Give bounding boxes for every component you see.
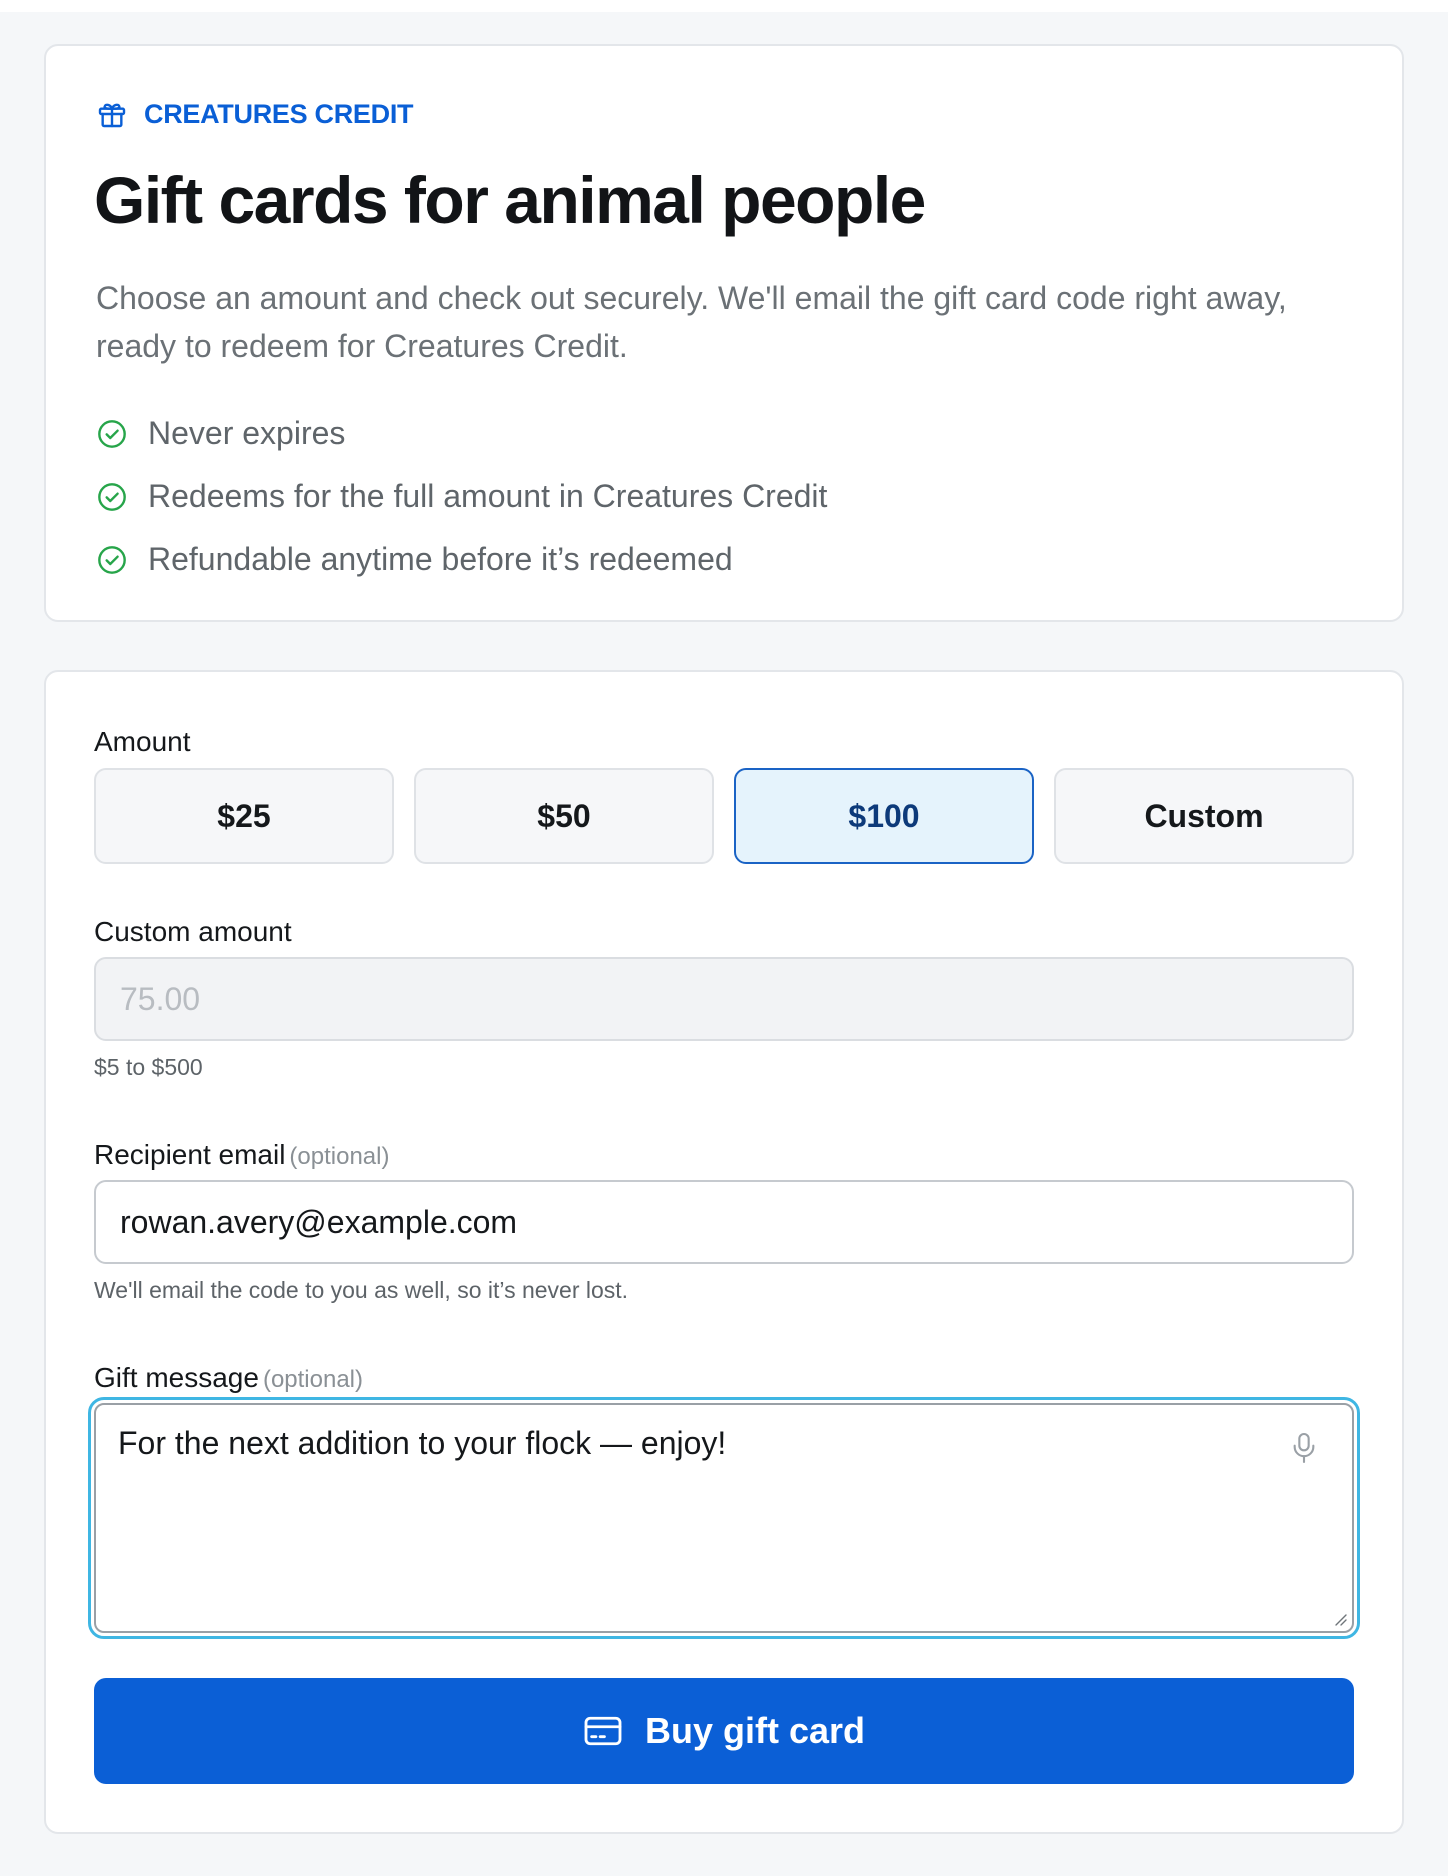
recipient-email-help: We'll email the code to you as well, so …	[94, 1277, 629, 1303]
gift-message-label-text: Gift message	[94, 1362, 259, 1393]
credit-card-icon	[584, 1716, 622, 1746]
eyebrow-label: CREATURES CREDIT	[144, 98, 414, 129]
page-title: Gift cards for animal people	[94, 163, 926, 237]
custom-amount-input[interactable]: 75.00	[94, 957, 1354, 1041]
buy-gift-card-label: Buy gift card	[644, 1710, 866, 1751]
gift-icon	[98, 103, 126, 128]
gift-message-focus-ring: For the next addition to your flock — en…	[88, 1397, 1360, 1639]
amount-option-custom[interactable]: Custom	[1054, 768, 1354, 864]
optional-tag: (optional)	[262, 1366, 364, 1393]
recipient-email-label-text: Recipient email	[94, 1139, 286, 1170]
top-strip	[0, 0, 1448, 12]
gift-card-page: CREATURES CREDIT Gift cards for animal p…	[0, 0, 1448, 1876]
buy-gift-card-button[interactable]: Buy gift card	[94, 1678, 1354, 1784]
amount-option-100[interactable]: $100	[734, 768, 1034, 864]
recipient-email-input[interactable]: rowan.avery@example.com	[94, 1180, 1354, 1264]
amount-label: Amount	[94, 726, 191, 757]
benefit-item: Refundable anytime before it’s redeemed	[96, 528, 827, 591]
gift-message-text: For the next addition to your flock — en…	[118, 1425, 727, 1461]
benefit-item: Never expires	[96, 402, 827, 465]
eyebrow: CREATURES CREDIT	[96, 98, 414, 130]
check-circle-icon	[98, 419, 126, 448]
amount-option-25[interactable]: $25	[94, 768, 394, 864]
benefit-text: Never expires	[148, 415, 346, 451]
optional-tag: (optional)	[289, 1143, 390, 1170]
recipient-email-label: Recipient email (optional)	[94, 1139, 389, 1171]
benefit-item: Redeems for the full amount in Creatures…	[96, 465, 827, 528]
custom-amount-help: $5 to $500	[94, 1054, 203, 1080]
page-description: Choose an amount and check out securely.…	[96, 280, 1287, 364]
microphone-icon[interactable]	[1290, 1431, 1318, 1465]
hero-card: CREATURES CREDIT Gift cards for animal p…	[44, 44, 1404, 622]
purchase-form: Amount $25 $50 $100 Custom Custom amount…	[44, 670, 1404, 1834]
benefit-text: Redeems for the full amount in Creatures…	[148, 478, 828, 514]
resize-handle-icon[interactable]	[1332, 1611, 1348, 1627]
check-circle-icon	[98, 545, 126, 574]
gift-message-textarea[interactable]: For the next addition to your flock — en…	[94, 1403, 1354, 1633]
benefit-list: Never expires Redeems for the full amoun…	[96, 402, 827, 591]
gift-message-label: Gift message (optional)	[94, 1362, 363, 1394]
amount-option-50[interactable]: $50	[414, 768, 714, 864]
check-circle-icon	[98, 482, 126, 511]
benefit-text: Refundable anytime before it’s redeemed	[148, 541, 733, 577]
custom-amount-label: Custom amount	[94, 916, 292, 947]
